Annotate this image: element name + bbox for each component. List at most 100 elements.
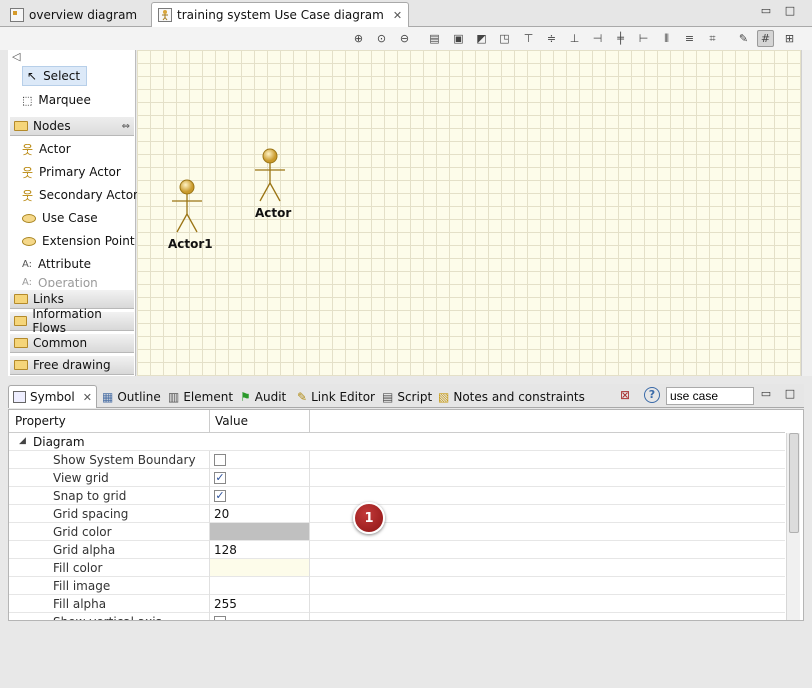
align-bottom-icon[interactable]: ⊥ <box>566 30 583 47</box>
table-row[interactable]: Grid color <box>9 523 785 541</box>
palette-item-secondary-actor[interactable]: 웃 Secondary Actor <box>22 185 138 205</box>
palette-item-use-case[interactable]: Use Case <box>22 208 98 228</box>
tab-overview-diagram[interactable]: overview diagram <box>4 2 143 27</box>
align-right-icon[interactable]: ⊣ <box>589 30 606 47</box>
drawer-common[interactable]: Common <box>10 333 134 353</box>
minimize-view-button[interactable]: ▭ <box>760 388 772 400</box>
column-divider <box>209 469 210 487</box>
drawer-information-flows[interactable]: Information Flows <box>10 307 134 335</box>
property-value[interactable]: 255 <box>214 597 237 611</box>
tab-label: Script <box>397 389 433 404</box>
column-divider <box>309 541 310 559</box>
scrollbar-thumb[interactable] <box>789 433 799 533</box>
property-checkbox[interactable]: ✓ <box>214 472 226 484</box>
expand-triangle-icon[interactable]: ◢ <box>19 436 26 446</box>
column-divider <box>309 595 310 613</box>
table-row[interactable]: Grid spacing 20 <box>9 505 785 523</box>
clear-filter-icon[interactable]: ⊠ <box>620 388 630 402</box>
symbol-icon <box>13 391 26 403</box>
palette-item-primary-actor[interactable]: 웃 Primary Actor <box>22 162 121 182</box>
align-center-icon[interactable]: ╪ <box>612 30 629 47</box>
align-left-icon[interactable]: ⊢ <box>635 30 652 47</box>
zoom-out-icon[interactable]: ⊖ <box>396 30 413 47</box>
filter-input[interactable] <box>666 387 754 405</box>
zoom-in-icon[interactable]: ⊕ <box>350 30 367 47</box>
group-icon[interactable]: ⌗ <box>704 30 721 47</box>
tab-label: Audit <box>254 389 287 404</box>
table-row[interactable]: Grid alpha 128 <box>9 541 785 559</box>
export-image-icon[interactable]: ◩ <box>473 30 490 47</box>
zoom-reset-icon[interactable]: ⊙ <box>373 30 390 47</box>
distribute-vertical-icon[interactable]: ≡ <box>681 30 698 47</box>
palette-item-operation[interactable]: A: Operation <box>22 278 98 287</box>
snap-grid-icon[interactable]: ⊞ <box>781 30 798 47</box>
palette-marquee-tool[interactable]: ⬚ Marquee <box>22 90 91 110</box>
use-case-icon <box>22 213 36 223</box>
tab-script[interactable]: ▤ Script <box>378 385 436 408</box>
actor-label: Actor1 <box>168 237 213 251</box>
column-header-value[interactable]: Value <box>215 414 248 428</box>
column-header-property[interactable]: Property <box>15 414 66 428</box>
close-icon[interactable]: ✕ <box>393 9 402 22</box>
actor-figure[interactable] <box>169 176 205 236</box>
table-row[interactable]: Show vertical axis <box>9 613 785 620</box>
diagram-canvas[interactable]: Actor1 Actor <box>137 50 801 376</box>
column-divider <box>309 559 310 577</box>
maximize-view-button[interactable]: □ <box>784 388 796 400</box>
tab-element[interactable]: ▥ Element <box>164 385 237 408</box>
table-row[interactable]: Fill image <box>9 577 785 595</box>
close-icon[interactable]: ✕ <box>83 391 92 404</box>
drawer-nodes[interactable]: Nodes ⇔ <box>10 116 134 136</box>
tab-symbol[interactable]: Symbol ✕ <box>8 385 97 408</box>
drawer-links[interactable]: Links <box>10 289 134 309</box>
minimize-editor-button[interactable]: ▭ <box>760 5 772 17</box>
color-swatch[interactable] <box>210 559 309 576</box>
property-name: View grid <box>53 471 109 485</box>
tab-outline[interactable]: ▦ Outline <box>98 385 165 408</box>
column-divider <box>209 595 210 613</box>
palette-item-actor[interactable]: 웃 Actor <box>22 139 71 159</box>
tab-training-system-use-case-diagram[interactable]: training system Use Case diagram ✕ <box>151 2 410 27</box>
palette-item-extension-point[interactable]: Extension Point <box>22 231 135 251</box>
tab-link-editor[interactable]: ✎ Link Editor <box>293 385 379 408</box>
folder-icon <box>14 316 28 326</box>
drawer-free-drawing[interactable]: Free drawing <box>10 355 134 375</box>
align-top-icon[interactable]: ⊤ <box>520 30 537 47</box>
format-painter-icon[interactable]: ✎ <box>735 30 752 47</box>
toggle-grid-icon[interactable]: # <box>757 30 774 47</box>
palette-item-label: Marquee <box>38 93 91 107</box>
property-name: Fill alpha <box>53 597 107 611</box>
table-row-group[interactable]: ◢ Diagram <box>9 433 785 451</box>
properties-vertical-scrollbar[interactable] <box>786 433 800 620</box>
property-value[interactable]: 20 <box>214 507 229 521</box>
tab-notes-and-constraints[interactable]: ▧ Notes and constraints <box>434 385 589 408</box>
actor-figure[interactable] <box>252 145 288 205</box>
table-row[interactable]: Show System Boundary <box>9 451 785 469</box>
collapse-palette-icon[interactable]: ◁ <box>12 50 20 63</box>
palette-item-attribute[interactable]: A: Attribute <box>22 254 91 274</box>
distribute-horizontal-icon[interactable]: ⫴ <box>658 30 675 47</box>
drawer-label: Links <box>33 292 64 306</box>
color-swatch[interactable] <box>210 523 309 540</box>
canvas-vertical-scrollbar[interactable] <box>801 50 812 376</box>
property-value[interactable]: 128 <box>214 543 237 557</box>
maximize-editor-button[interactable]: □ <box>784 5 796 17</box>
property-checkbox[interactable]: ✓ <box>214 490 226 502</box>
pin-drawer-icon[interactable]: ⇔ <box>122 121 130 132</box>
help-icon[interactable]: ? <box>644 387 660 403</box>
folder-open-icon <box>14 121 28 131</box>
palette-item-label: Use Case <box>42 211 98 225</box>
align-middle-icon[interactable]: ≑ <box>543 30 560 47</box>
column-divider <box>309 523 310 541</box>
folder-icon <box>14 360 28 370</box>
table-row[interactable]: Fill alpha 255 <box>9 595 785 613</box>
palette-select-tool[interactable]: ↖ Select <box>22 66 88 86</box>
table-row[interactable]: Snap to grid ✓ <box>9 487 785 505</box>
fit-page-icon[interactable]: ◳ <box>496 30 513 47</box>
property-checkbox[interactable] <box>214 454 226 466</box>
print-icon[interactable]: ▤ <box>426 30 443 47</box>
table-row[interactable]: Fill color <box>9 559 785 577</box>
table-row[interactable]: View grid ✓ <box>9 469 785 487</box>
tab-audit[interactable]: ⚑ Audit <box>236 385 290 408</box>
save-icon[interactable]: ▣ <box>450 30 467 47</box>
